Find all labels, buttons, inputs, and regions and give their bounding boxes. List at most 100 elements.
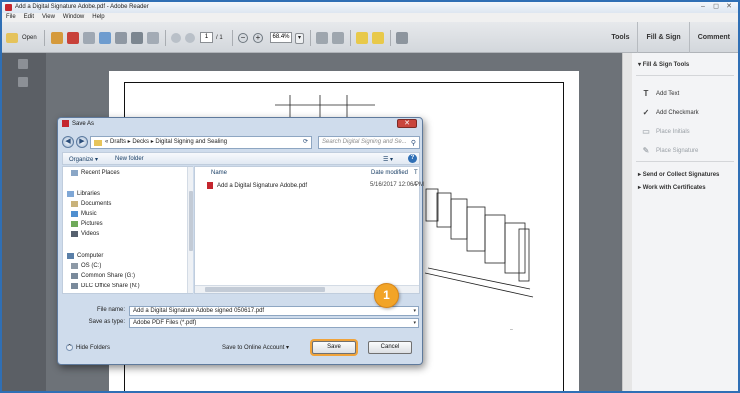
tab-comment[interactable]: Comment xyxy=(688,22,738,53)
file-item[interactable]: Add a Digital Signature Adobe.pdf xyxy=(207,182,307,189)
dialog-title-bar: Save As xyxy=(62,120,94,127)
comment-button[interactable] xyxy=(356,31,368,45)
initials-icon: ▭ xyxy=(642,127,650,136)
maximize-button[interactable]: ◻ xyxy=(711,3,721,11)
task-tabs: Tools Fill & Sign Comment xyxy=(603,22,738,53)
tab-fill-and-sign[interactable]: Fill & Sign xyxy=(637,22,688,53)
cloud-icon xyxy=(99,32,111,44)
open-button[interactable]: Open xyxy=(6,31,37,45)
next-page-button[interactable] xyxy=(185,31,195,45)
save-toolbar-button[interactable] xyxy=(115,31,127,45)
file-name-input[interactable]: Add a Digital Signature Adobe signed 050… xyxy=(129,306,419,316)
menu-help[interactable]: Help xyxy=(92,13,104,22)
place-signature-tool[interactable]: ✎ Place Signature xyxy=(642,146,699,155)
zoom-in-button[interactable]: + xyxy=(253,31,263,45)
minimize-button[interactable]: – xyxy=(698,3,708,11)
new-folder-button[interactable]: New folder xyxy=(115,156,144,162)
add-checkmark-tool[interactable]: ✓ Add Checkmark xyxy=(642,108,699,117)
menu-edit[interactable]: Edit xyxy=(24,13,34,22)
save-type-row: Save as type: Adobe PDF Files (*.pdf) ▾ xyxy=(62,318,420,328)
column-type[interactable]: T xyxy=(414,170,418,176)
nav-music[interactable]: Music xyxy=(71,211,97,217)
save-button[interactable]: Save xyxy=(312,341,356,354)
share-button[interactable] xyxy=(99,31,111,45)
fill-sign-tools-header[interactable]: ▾ Fill & Sign Tools xyxy=(638,61,689,68)
page-number-input[interactable]: 1 xyxy=(200,32,213,43)
organize-menu[interactable]: Organize ▾ xyxy=(69,156,98,163)
open-label: Open xyxy=(22,35,37,41)
help-icon[interactable]: ? xyxy=(408,154,417,163)
prev-page-button[interactable] xyxy=(171,31,181,45)
file-name-row: File name: Add a Digital Signature Adobe… xyxy=(62,306,420,316)
file-type: A xyxy=(413,182,418,188)
view-options-button[interactable]: ☰ ▾ xyxy=(383,156,393,163)
menu-file[interactable]: File xyxy=(6,13,16,22)
save-online-account-button[interactable]: Save to Online Account ▾ xyxy=(222,344,289,351)
combine-icon xyxy=(67,32,79,44)
nav-pictures[interactable]: Pictures xyxy=(71,221,103,227)
nav-os-drive[interactable]: OS (C:) xyxy=(71,263,101,269)
zoom-level-input[interactable]: 68.4% xyxy=(270,32,292,43)
nav-common-share[interactable]: Common Share (G:) xyxy=(71,273,135,279)
chevron-down-icon: ▾ xyxy=(295,32,304,44)
sign-button[interactable] xyxy=(396,31,408,45)
fit-width-button[interactable] xyxy=(316,31,328,45)
nav-videos[interactable]: Videos xyxy=(71,231,99,237)
refresh-icon[interactable]: ⟳ xyxy=(303,137,308,148)
add-text-label: Add Text xyxy=(656,90,680,97)
full-screen-button[interactable] xyxy=(332,31,344,45)
edit-button[interactable] xyxy=(83,31,95,45)
work-with-certificates-group[interactable]: ▸ Work with Certificates xyxy=(638,184,706,191)
send-collect-signatures-group[interactable]: ▸ Send or Collect Signatures xyxy=(638,171,719,178)
add-text-tool[interactable]: T Add Text xyxy=(642,89,680,98)
create-pdf-button[interactable] xyxy=(51,31,63,45)
highlight-button[interactable] xyxy=(372,31,384,45)
forward-button[interactable]: ▶ xyxy=(76,136,88,148)
zoom-dropdown[interactable]: ▾ xyxy=(295,31,304,45)
nav-documents[interactable]: Documents xyxy=(71,201,111,207)
dialog-close-button[interactable]: ✕ xyxy=(397,119,417,128)
email-button[interactable] xyxy=(147,31,159,45)
place-initials-label: Place Initials xyxy=(656,128,690,135)
combine-button[interactable] xyxy=(67,31,79,45)
column-name[interactable]: Name xyxy=(211,170,227,176)
up-arrow-icon xyxy=(171,33,181,43)
email-icon xyxy=(147,32,159,44)
column-date-modified[interactable]: Date modified xyxy=(371,170,408,176)
step-callout: 1 xyxy=(374,283,399,308)
place-initials-tool[interactable]: ▭ Place Initials xyxy=(642,127,690,136)
tree-scrollbar[interactable] xyxy=(187,167,193,293)
chevron-down-icon[interactable]: ▾ xyxy=(413,307,416,315)
title-bar: Add a Digital Signature Adobe.pdf - Adob… xyxy=(2,2,738,13)
menu-window[interactable]: Window xyxy=(63,13,84,22)
reader-window: Add a Digital Signature Adobe.pdf - Adob… xyxy=(0,0,740,393)
close-window-button[interactable]: ✕ xyxy=(724,3,734,11)
file-name-value: Add a Digital Signature Adobe signed 050… xyxy=(133,308,265,314)
cancel-button[interactable]: Cancel xyxy=(368,341,412,354)
back-button[interactable]: ◀ xyxy=(62,136,74,148)
document-scrollbar[interactable] xyxy=(622,53,632,391)
folder-icon xyxy=(94,140,102,146)
print-button[interactable] xyxy=(131,31,143,45)
page-thumbnails-icon[interactable] xyxy=(18,59,28,69)
tab-tools[interactable]: Tools xyxy=(603,22,637,53)
place-signature-label: Place Signature xyxy=(656,147,699,154)
nav-dlc-office-share[interactable]: DLC Office Share (N:) xyxy=(71,283,140,289)
attachments-icon[interactable] xyxy=(18,77,28,87)
nav-libraries[interactable]: Libraries xyxy=(67,191,100,197)
breadcrumb[interactable]: « Drafts ▸ Decks ▸ Digital Signing and S… xyxy=(90,136,312,149)
search-icon: ⚲ xyxy=(410,140,416,147)
save-type-select[interactable]: Adobe PDF Files (*.pdf) ▾ xyxy=(129,318,419,328)
page-total: / 1 xyxy=(216,35,223,41)
nav-computer[interactable]: Computer xyxy=(67,253,103,259)
fit-width-icon xyxy=(316,32,328,44)
search-input[interactable]: Search Digital Signing and Se... ⚲ xyxy=(318,136,420,149)
network-drive-icon xyxy=(71,283,78,289)
zoom-out-button[interactable]: − xyxy=(238,31,248,45)
computer-icon xyxy=(67,253,74,259)
menu-view[interactable]: View xyxy=(42,13,55,22)
hide-folders-button[interactable]: ^ Hide Folders xyxy=(66,344,110,351)
nav-recent-places[interactable]: Recent Places xyxy=(71,170,120,176)
folder-icon xyxy=(6,33,18,43)
window-title: Add a Digital Signature Adobe.pdf - Adob… xyxy=(15,4,149,10)
